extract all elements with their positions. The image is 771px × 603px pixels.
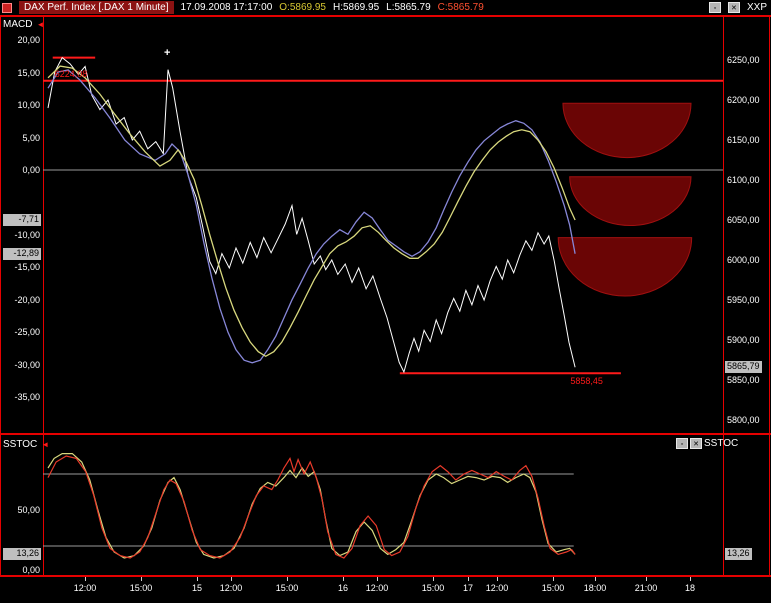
trading-app-window: DAX Perf. Index [.DAX 1 Minute] 17.09.20… xyxy=(0,0,771,603)
macd-indicator-text: MACD xyxy=(3,19,33,30)
panel-splitter[interactable] xyxy=(0,433,771,435)
annotation-semicircle[interactable] xyxy=(562,102,692,159)
current-price-tag: 5865,79 xyxy=(725,361,762,374)
series-signal-line xyxy=(47,65,576,358)
axis-tick-label: 6050,00 xyxy=(727,215,760,225)
sstoc-close-button[interactable]: ✕ xyxy=(690,438,702,449)
axis-tick-label: 6200,00 xyxy=(727,95,760,105)
axis-tick-label: 6000,00 xyxy=(727,255,760,265)
x-axis-tick xyxy=(377,577,378,581)
x-axis-tick xyxy=(497,577,498,581)
main-chart-canvas[interactable] xyxy=(43,16,723,433)
x-axis-tick xyxy=(287,577,288,581)
app-icon xyxy=(2,2,12,13)
high-value: H:5869.95 xyxy=(333,2,380,13)
window-title[interactable]: DAX Perf. Index [.DAX 1 Minute] xyxy=(19,1,174,14)
x-axis-tick xyxy=(343,577,344,581)
annotation-price-label: 6224,08 xyxy=(54,68,88,79)
axis-tick-label: -20,00 xyxy=(14,294,40,305)
x-axis-tick xyxy=(468,577,469,581)
x-axis-tick xyxy=(231,577,232,581)
axis-tick-label: 5900,00 xyxy=(727,335,760,345)
window-right-border xyxy=(769,15,770,577)
axis-tick-label: 5800,00 xyxy=(727,415,760,425)
dropdown-arrow-icon[interactable]: ◄ xyxy=(41,440,49,449)
series-macd-line xyxy=(47,69,576,364)
x-axis-label: 12:00 xyxy=(73,583,97,593)
axis-tick-label: 10,00 xyxy=(17,100,40,111)
x-axis-tick xyxy=(646,577,647,581)
series-stoch_yellow-line xyxy=(47,453,576,559)
x-axis-tick xyxy=(141,577,142,581)
axis-tick-label: 6150,00 xyxy=(727,135,760,145)
current-macd-tag: -7,71 xyxy=(3,214,41,227)
annotation-semicircle[interactable] xyxy=(557,237,693,297)
axis-tick-label: 6250,00 xyxy=(727,55,760,65)
close-button[interactable]: ✕ xyxy=(727,2,740,13)
x-axis-tick xyxy=(690,577,691,581)
sstoc-pane-title: SSTOC xyxy=(704,438,739,449)
chart-right-border xyxy=(723,15,724,577)
x-axis-tick xyxy=(553,577,554,581)
price-spike-marker-icon: + xyxy=(163,47,171,59)
close-value: C:5865.79 xyxy=(437,2,484,13)
axis-tick-label: -15,00 xyxy=(14,262,40,273)
title-bar: DAX Perf. Index [.DAX 1 Minute] 17.09.20… xyxy=(0,0,771,15)
dropdown-arrow-icon[interactable]: ◄ xyxy=(36,20,44,29)
restore-button[interactable]: ▫ xyxy=(708,2,721,13)
x-axis-label: 15 xyxy=(191,583,202,593)
panel-bottom-border xyxy=(0,575,771,577)
axis-tick-label: -25,00 xyxy=(14,327,40,338)
x-axis-tick xyxy=(85,577,86,581)
axis-tick-label: -30,00 xyxy=(14,359,40,370)
axis-tick-label: -10,00 xyxy=(14,229,40,240)
x-axis-label: 15:00 xyxy=(541,583,565,593)
open-value: O:5869.95 xyxy=(279,2,326,13)
axis-tick-label: 5850,00 xyxy=(727,375,760,385)
axis-tick-label: 0,00 xyxy=(22,565,40,575)
axis-tick-label: 0,00 xyxy=(22,165,40,175)
axis-tick-label: 50,00 xyxy=(17,505,40,515)
pane-title: XXP xyxy=(746,2,767,13)
x-axis-tick xyxy=(595,577,596,581)
annotation-semicircle[interactable] xyxy=(569,176,692,227)
x-axis-label: 15:00 xyxy=(129,583,153,593)
low-value: L:5865.79 xyxy=(386,2,431,13)
current-stoch-tag-left: 13,26 xyxy=(3,548,41,561)
macd-indicator-label[interactable]: MACD ◄ xyxy=(3,19,44,30)
axis-tick-label: -35,00 xyxy=(14,392,40,403)
timestamp: 17.09.2008 17:17:00 xyxy=(180,2,273,13)
sstoc-indicator-text: SSTOC xyxy=(3,439,38,450)
series-stoch_red-line xyxy=(47,455,576,559)
current-stoch-tag-right: 13,26 xyxy=(725,548,752,561)
x-axis-label: 18:00 xyxy=(583,583,607,593)
x-axis-tick xyxy=(433,577,434,581)
axis-tick-label: 5950,00 xyxy=(727,295,760,305)
x-axis-label: 12:00 xyxy=(365,583,389,593)
sstoc-chart-canvas[interactable] xyxy=(43,437,723,575)
series-price-line xyxy=(47,56,576,374)
x-axis-label: 21:00 xyxy=(634,583,658,593)
x-axis-label: 15:00 xyxy=(421,583,445,593)
axis-tick-label: 6100,00 xyxy=(727,175,760,185)
x-axis-label: 15:00 xyxy=(275,583,299,593)
x-axis-label: 18 xyxy=(684,583,695,593)
sstoc-restore-button[interactable]: ▫ xyxy=(676,438,688,449)
x-axis-tick xyxy=(197,577,198,581)
x-axis-label: 12:00 xyxy=(219,583,243,593)
annotation-price-label: 5858,45 xyxy=(570,376,603,387)
current-macd-tag: -12,89 xyxy=(3,247,41,260)
sstoc-indicator-label[interactable]: SSTOC ◄ xyxy=(3,439,49,450)
x-axis-label: 16 xyxy=(337,583,348,593)
axis-tick-label: 15,00 xyxy=(17,67,40,78)
x-axis-label: 12:00 xyxy=(485,583,509,593)
axis-tick-label: 20,00 xyxy=(17,35,40,46)
sstoc-pane-controls: ▫ ✕ SSTOC xyxy=(676,438,742,449)
axis-tick-label: 5,00 xyxy=(22,132,40,143)
